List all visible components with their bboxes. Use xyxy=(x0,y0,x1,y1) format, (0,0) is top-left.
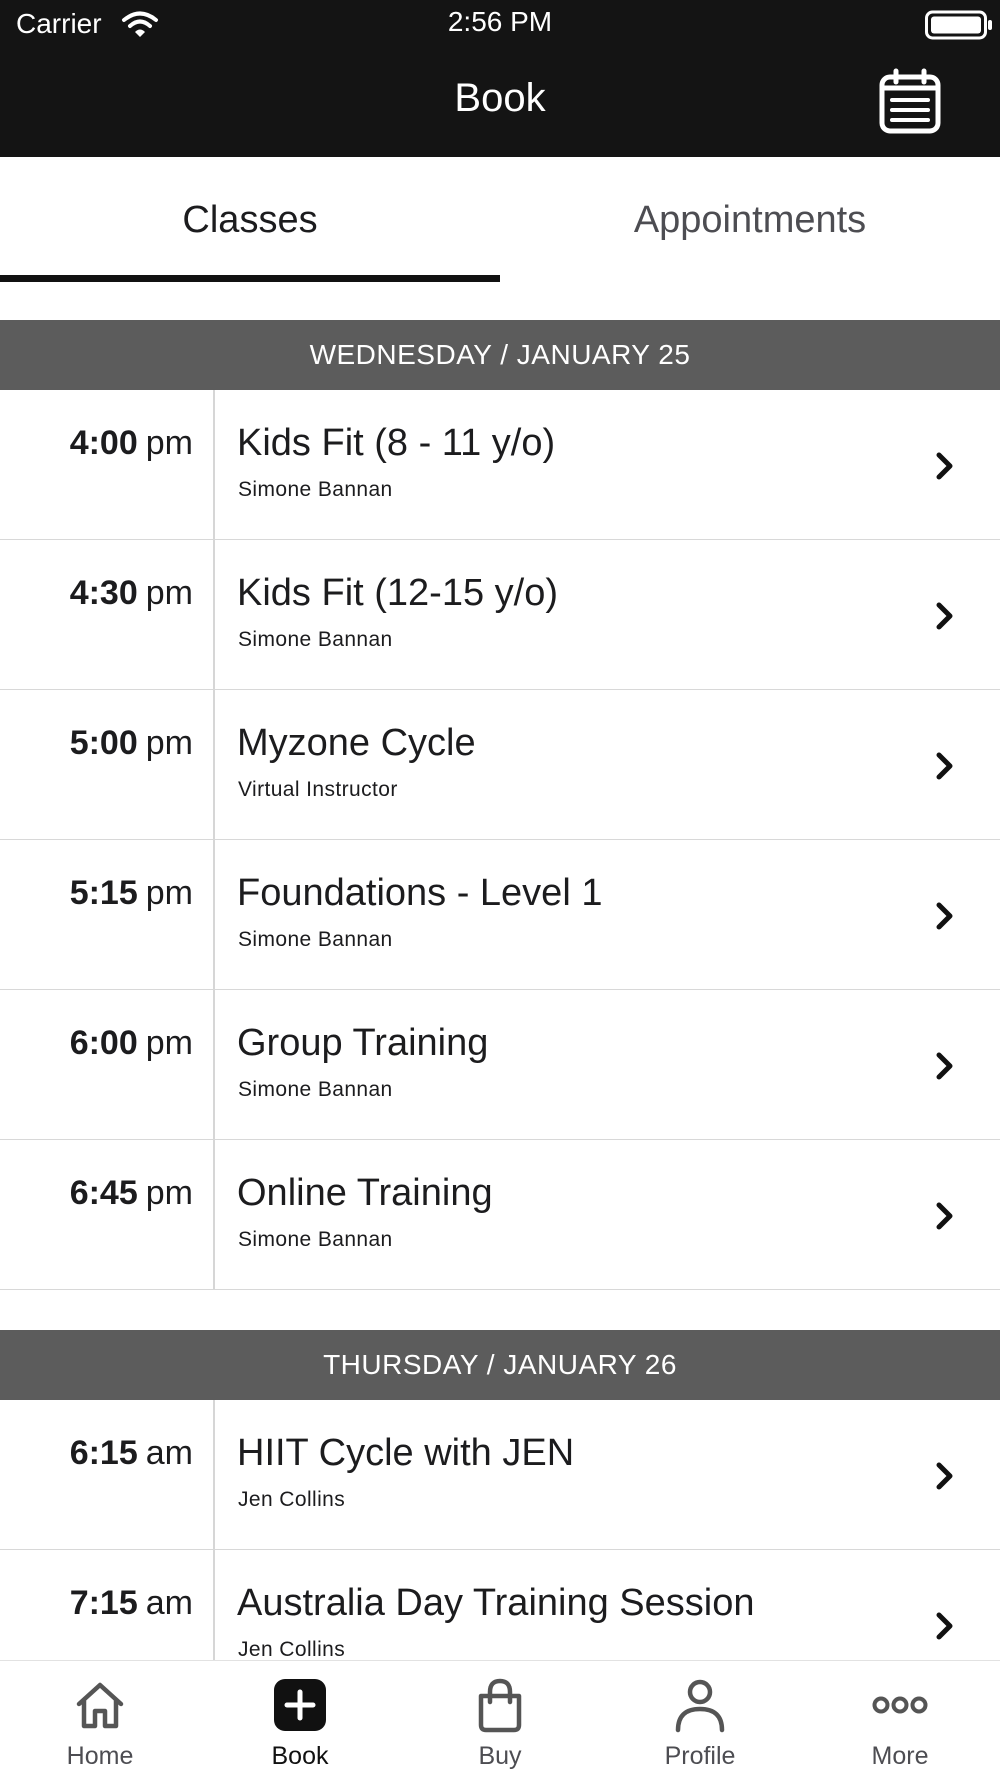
section-header-thursday: THURSDAY / JANUARY 26 xyxy=(0,1330,1000,1400)
class-row[interactable]: 6:15 am HIIT Cycle with JEN Jen Collins xyxy=(0,1400,1000,1550)
class-row[interactable]: 5:15 pm Foundations - Level 1 Simone Bann… xyxy=(0,840,1000,990)
chevron-right-icon xyxy=(936,1052,953,1080)
chevron-right-icon xyxy=(936,1612,953,1640)
class-title: Foundations - Level 1 xyxy=(237,872,603,914)
bottom-tab-bar: Home Book Buy Profile More xyxy=(0,1660,1000,1778)
class-instructor: Simone Bannan xyxy=(238,478,393,501)
row-divider xyxy=(213,840,215,989)
shopping-bag-icon xyxy=(478,1678,522,1733)
class-time-ampm: pm xyxy=(145,1024,193,1062)
person-icon xyxy=(675,1679,725,1733)
class-time-ampm: pm xyxy=(145,424,193,462)
class-time-value: 4:30 xyxy=(69,574,138,612)
home-icon xyxy=(76,1682,124,1729)
class-title: HIIT Cycle with JEN xyxy=(237,1432,575,1474)
class-instructor: Simone Bannan xyxy=(238,1078,393,1101)
status-bar: Carrier 2:56 PM xyxy=(0,0,1000,46)
class-row[interactable]: 4:30 pm Kids Fit (12-15 y/o) Simone Banna… xyxy=(0,540,1000,690)
tabbar-item-book[interactable]: Book xyxy=(200,1661,400,1779)
more-dots-icon xyxy=(872,1696,928,1714)
tabbar-item-buy[interactable]: Buy xyxy=(400,1661,600,1779)
tabbar-item-more[interactable]: More xyxy=(800,1661,1000,1779)
class-title: Group Training xyxy=(237,1022,489,1064)
row-divider xyxy=(213,690,215,839)
nav-header: Book xyxy=(0,46,1000,157)
chevron-right-icon xyxy=(936,452,953,480)
tab-appointments[interactable]: Appointments xyxy=(500,157,1000,283)
tabbar-label: Book xyxy=(271,1742,329,1770)
class-time-value: 6:00 xyxy=(69,1024,138,1062)
class-instructor: Simone Bannan xyxy=(238,928,393,951)
chevron-right-icon xyxy=(936,602,953,630)
class-time: 5:00 pm xyxy=(70,724,193,763)
calendar-list-icon xyxy=(879,68,941,134)
class-time: 4:00 pm xyxy=(70,424,193,463)
section-header-wednesday: WEDNESDAY / JANUARY 25 xyxy=(0,320,1000,390)
battery-icon xyxy=(925,10,992,40)
active-tab-indicator xyxy=(0,275,500,282)
tabbar-item-profile[interactable]: Profile xyxy=(600,1661,800,1779)
class-title: Myzone Cycle xyxy=(237,722,476,764)
chevron-right-icon xyxy=(936,902,953,930)
class-time: 6:00 pm xyxy=(70,1024,193,1063)
class-row[interactable]: 5:00 pm Myzone Cycle Virtual Instructor xyxy=(0,690,1000,840)
class-instructor: Virtual Instructor xyxy=(238,778,398,801)
tabbar-label: Profile xyxy=(664,1742,736,1770)
class-title: Online Training xyxy=(237,1172,493,1214)
chevron-right-icon xyxy=(936,752,953,780)
row-divider xyxy=(213,1140,215,1289)
plus-square-icon xyxy=(274,1679,326,1731)
class-instructor: Jen Collins xyxy=(238,1638,346,1661)
page-title: Book xyxy=(454,76,546,120)
class-row[interactable]: 6:00 pm Group Training Simone Bannan xyxy=(0,990,1000,1140)
class-time-ampm: pm xyxy=(145,874,193,912)
class-time-ampm: pm xyxy=(145,1174,193,1212)
class-time: 6:15 am xyxy=(70,1434,193,1473)
class-time-value: 6:15 xyxy=(69,1434,138,1472)
status-time: 2:56 PM xyxy=(447,6,553,37)
class-time-value: 7:15 xyxy=(69,1584,138,1622)
class-instructor: Simone Bannan xyxy=(238,628,393,651)
class-time-value: 6:45 xyxy=(69,1174,138,1212)
row-divider xyxy=(213,990,215,1139)
class-time-value: 4:00 xyxy=(69,424,138,462)
tabbar-label: More xyxy=(871,1742,929,1770)
chevron-right-icon xyxy=(936,1202,953,1230)
class-instructor: Jen Collins xyxy=(238,1488,346,1511)
class-row[interactable]: 6:45 pm Online Training Simone Bannan xyxy=(0,1140,1000,1290)
class-time: 4:30 pm xyxy=(70,574,193,613)
class-time-ampm: am xyxy=(145,1434,193,1472)
chevron-right-icon xyxy=(936,1462,953,1490)
class-row[interactable]: 4:00 pm Kids Fit (8 - 11 y/o) Simone Bann… xyxy=(0,390,1000,540)
class-time-ampm: pm xyxy=(145,724,193,762)
tabbar-item-home[interactable]: Home xyxy=(0,1661,200,1779)
tabbar-label: Home xyxy=(66,1742,134,1770)
class-time-value: 5:00 xyxy=(69,724,138,762)
row-divider xyxy=(213,390,215,539)
class-title: Australia Day Training Session xyxy=(237,1582,755,1624)
class-time: 7:15 am xyxy=(70,1584,193,1623)
class-title: Kids Fit (8 - 11 y/o) xyxy=(237,422,556,464)
class-time: 6:45 pm xyxy=(70,1174,193,1213)
row-divider xyxy=(213,1400,215,1549)
class-title: Kids Fit (12-15 y/o) xyxy=(237,572,558,614)
class-time-ampm: am xyxy=(145,1584,193,1622)
tab-classes[interactable]: Classes xyxy=(0,157,500,283)
class-time-value: 5:15 xyxy=(69,874,138,912)
segment-tabs: Classes Appointments xyxy=(0,157,1000,283)
class-time: 5:15 pm xyxy=(70,874,193,913)
class-time-ampm: pm xyxy=(145,574,193,612)
calendar-button[interactable] xyxy=(876,68,944,136)
row-divider xyxy=(213,540,215,689)
class-instructor: Simone Bannan xyxy=(238,1228,393,1251)
tabbar-label: Buy xyxy=(478,1742,522,1770)
